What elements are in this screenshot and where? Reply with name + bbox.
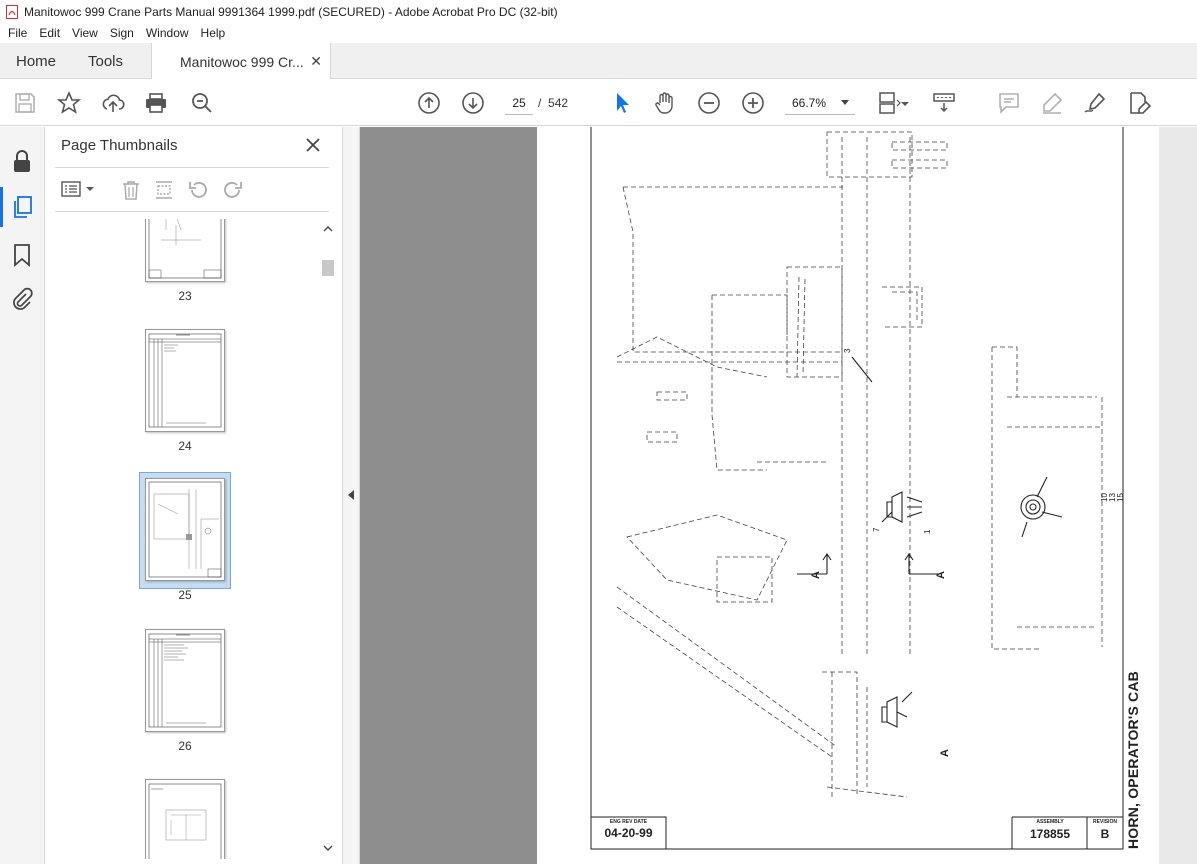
rotate-clockwise-icon[interactable] — [221, 179, 243, 206]
tab-tools[interactable]: Tools — [88, 43, 123, 79]
active-rail-indicator — [0, 187, 3, 227]
zoom-out-icon[interactable] — [697, 91, 721, 115]
assembly-number: 178855 — [1029, 827, 1071, 841]
menu-help[interactable]: Help — [195, 26, 232, 40]
section-label-a: A — [810, 571, 822, 579]
zoom-in-icon[interactable] — [741, 91, 765, 115]
page-thumbnails-panel: Page Thumbnails 23 24 25 26 — [45, 127, 343, 864]
draw-sign-icon[interactable] — [1083, 91, 1107, 115]
page-separator: / — [538, 96, 542, 110]
thumbnail-page-23[interactable] — [145, 219, 225, 282]
menu-file[interactable]: File — [2, 26, 33, 40]
thumbnail-page-24[interactable] — [145, 329, 225, 432]
zoom-search-icon[interactable] — [190, 91, 214, 115]
tab-document[interactable]: Manitowoc 999 Cr... ✕ — [151, 43, 331, 80]
thumbnail-list: 23 24 25 26 — [45, 219, 335, 859]
tab-document-label: Manitowoc 999 Cr... — [180, 53, 304, 70]
close-tab-icon[interactable]: ✕ — [310, 53, 322, 70]
drawing-title: HORN, OPERATOR'S CAB — [1125, 671, 1141, 849]
thumbnail-label: 23 — [178, 289, 192, 303]
total-pages: 542 — [548, 96, 569, 110]
thumbnail-label: 26 — [178, 739, 192, 753]
page-fit-dropdown-icon[interactable] — [900, 91, 910, 115]
menu-view[interactable]: View — [66, 26, 104, 40]
comment-icon[interactable] — [997, 91, 1021, 115]
menu-bar: File Edit View Sign Window Help — [0, 23, 1197, 43]
pdf-page: 3 10 13 15 7 1 A A A ENG REV DATE 04-20-… — [537, 127, 1159, 864]
bookmarks-icon[interactable] — [13, 243, 31, 272]
revision-value: B — [1100, 827, 1110, 841]
toolbar — [0, 79, 1197, 126]
panel-divider — [55, 211, 329, 212]
panel-title: Page Thumbnails — [61, 137, 178, 154]
acrobat-icon — [6, 4, 18, 19]
menu-sign[interactable]: Sign — [104, 26, 140, 40]
right-margin — [1159, 127, 1197, 864]
zoom-level-value: 66.7% — [792, 96, 827, 110]
thumbnail-page-25[interactable] — [145, 478, 225, 581]
revision-label: REVISION — [1093, 819, 1117, 825]
document-view[interactable]: 3 10 13 15 7 1 A A A ENG REV DATE 04-20-… — [360, 127, 1197, 864]
callout-3: 3 — [843, 348, 852, 353]
bookmark-star-icon[interactable] — [56, 90, 82, 115]
select-cursor-icon[interactable] — [611, 91, 635, 115]
thumbnail-scrollbar[interactable] — [321, 219, 335, 859]
window-title: Manitowoc 999 Crane Parts Manual 9991364… — [24, 4, 558, 19]
thumbnail-label: 25 — [178, 588, 192, 602]
next-page-icon[interactable] — [461, 91, 485, 115]
current-page-input[interactable]: 25 — [505, 91, 533, 115]
tab-bar: Home Tools Manitowoc 999 Cr... ✕ — [0, 43, 1197, 80]
lock-icon[interactable] — [11, 149, 33, 178]
print-icon[interactable] — [144, 91, 168, 115]
previous-page-icon[interactable] — [417, 91, 441, 115]
tab-home[interactable]: Home — [16, 43, 56, 79]
eng-rev-date-label: ENG REV DATE — [609, 819, 648, 825]
edit-pdf-icon[interactable] — [1127, 91, 1152, 115]
rotate-counterclockwise-icon[interactable] — [188, 179, 210, 206]
close-panel-icon[interactable] — [303, 135, 323, 155]
title-bar: Manitowoc 999 Crane Parts Manual 9991364… — [0, 0, 1197, 23]
highlight-pen-icon[interactable] — [1040, 91, 1064, 115]
zoom-dropdown-icon — [841, 100, 849, 105]
thumbnail-page-27[interactable] — [145, 779, 225, 859]
thumbnail-options-icon[interactable] — [61, 179, 97, 204]
scroll-mode-icon[interactable] — [932, 91, 956, 115]
menu-window[interactable]: Window — [140, 26, 195, 40]
callout-7: 7 — [872, 527, 881, 532]
panel-splitter[interactable] — [343, 127, 360, 864]
page-count: / 542 — [538, 91, 568, 115]
technical-drawing — [590, 127, 1124, 850]
callout-15: 15 — [1116, 493, 1125, 502]
hand-tool-icon[interactable] — [653, 91, 677, 115]
eng-rev-date-value: 04-20-99 — [604, 826, 653, 840]
page-fit-icon[interactable] — [877, 91, 901, 115]
delete-page-icon[interactable] — [120, 179, 142, 206]
assembly-label: ASSEMBLY — [1036, 819, 1064, 825]
save-icon[interactable] — [13, 91, 37, 115]
collapse-panel-arrow-icon[interactable] — [347, 488, 355, 506]
section-label-a: A — [939, 749, 951, 757]
section-label-a: A — [935, 571, 947, 579]
thumbnail-page-26[interactable] — [145, 629, 225, 732]
upload-cloud-icon[interactable] — [101, 91, 125, 115]
panel-divider — [55, 167, 329, 168]
left-navigation-rail — [0, 127, 45, 864]
thumbnail-label: 24 — [178, 439, 192, 453]
callout-1: 1 — [923, 529, 932, 534]
page-thumbnails-icon[interactable] — [11, 195, 33, 224]
menu-edit[interactable]: Edit — [33, 26, 66, 40]
attachments-paperclip-icon[interactable] — [11, 287, 33, 316]
zoom-level-select[interactable]: 66.7% — [785, 91, 855, 115]
insert-page-icon[interactable] — [153, 179, 175, 206]
